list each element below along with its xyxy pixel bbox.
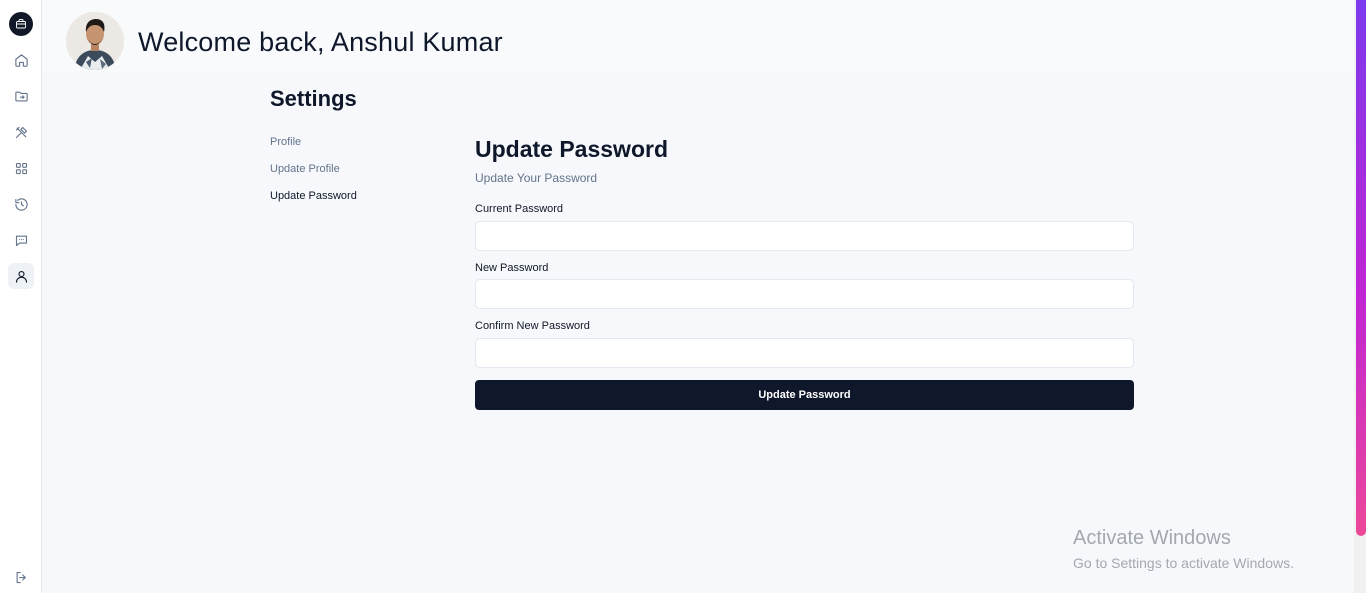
- welcome-heading: Welcome back, Anshul Kumar: [138, 27, 503, 57]
- nav-item-update-profile[interactable]: Update Profile: [270, 163, 357, 190]
- avatar[interactable]: [66, 12, 124, 70]
- update-password-panel: Update Password Update Your Password Cur…: [475, 136, 1134, 410]
- logout-icon[interactable]: [8, 564, 34, 590]
- current-password-label: Current Password: [475, 203, 564, 215]
- panel-subtitle: Update Your Password: [475, 171, 598, 185]
- panel-title: Update Password: [475, 136, 668, 162]
- nav-item-update-password[interactable]: Update Password: [270, 190, 357, 217]
- settings-nav: Profile Update Profile Update Password: [270, 136, 357, 217]
- briefcase-icon[interactable]: [9, 12, 33, 36]
- new-password-label: New Password: [475, 262, 549, 274]
- watermark-title: Activate Windows: [1073, 527, 1231, 549]
- top-header: Welcome back, Anshul Kumar: [42, 0, 1354, 72]
- history-icon[interactable]: [8, 191, 34, 217]
- scrollbar[interactable]: [1354, 0, 1366, 593]
- watermark-subtitle: Go to Settings to activate Windows.: [1073, 555, 1294, 571]
- nav-item-profile[interactable]: Profile: [270, 136, 357, 163]
- folder-icon[interactable]: [8, 83, 34, 109]
- new-password-field[interactable]: [475, 279, 1134, 309]
- current-password-field[interactable]: [475, 221, 1134, 251]
- confirm-password-label: Confirm New Password: [475, 320, 590, 332]
- update-password-button[interactable]: Update Password: [475, 380, 1134, 410]
- chat-icon[interactable]: [8, 227, 34, 253]
- page-title: Settings: [270, 86, 357, 111]
- user-icon[interactable]: [8, 263, 34, 289]
- home-icon[interactable]: [8, 47, 34, 73]
- grid-icon[interactable]: [8, 155, 34, 181]
- confirm-password-field[interactable]: [475, 338, 1134, 368]
- scrollbar-thumb[interactable]: [1356, 0, 1366, 536]
- sidebar: [0, 0, 42, 593]
- activation-watermark: Activate Windows Go to Settings to activ…: [1073, 527, 1294, 571]
- tools-icon[interactable]: [8, 119, 34, 145]
